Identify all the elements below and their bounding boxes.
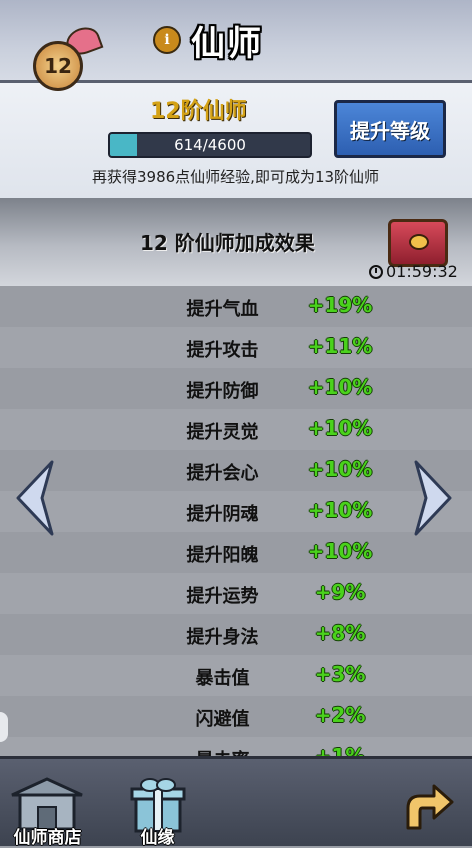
- effect-row: 提升防御 +10%: [0, 368, 472, 410]
- effect-row: 提升运势 +9%: [0, 573, 472, 615]
- exp-progress-bar: 614/4600: [108, 132, 312, 158]
- effect-row: 提升会心 +10%: [0, 450, 472, 492]
- effect-label: 提升运势: [186, 586, 259, 607]
- effect-label: 暴击值: [195, 668, 250, 689]
- effect-value: +11%: [307, 334, 373, 358]
- return-arrow-icon[interactable]: [398, 778, 456, 836]
- exp-text: 614/4600: [174, 136, 246, 154]
- exp-note: 再获得3986点仙师经验,即可成为13阶仙师: [92, 168, 380, 186]
- effect-row: 提升气血 +19%: [0, 286, 472, 328]
- effect-value: +10%: [307, 457, 373, 481]
- effect-value: +3%: [314, 662, 366, 686]
- effect-value: +10%: [307, 498, 373, 522]
- effect-value: +2%: [314, 703, 366, 727]
- rank-title: 12阶仙师: [150, 99, 247, 124]
- clock-icon: [369, 264, 383, 279]
- effect-value: +1%: [314, 744, 366, 756]
- effect-row: 提升身法 +8%: [0, 614, 472, 656]
- effect-row: 提升灵觉 +10%: [0, 409, 472, 451]
- arrow-left-icon[interactable]: [14, 460, 56, 536]
- effect-value: +19%: [307, 293, 373, 317]
- effect-label: 提升阳魄: [186, 545, 259, 566]
- effect-value: +10%: [307, 416, 373, 440]
- title-group: i 仙师: [153, 18, 263, 64]
- effect-label: 暴击率: [175, 746, 270, 756]
- shop-nav-item[interactable]: 仙师商店: [0, 759, 95, 848]
- shop-label: 仙师商店: [13, 828, 82, 848]
- rank-badge: 12: [33, 41, 83, 91]
- gift-label: 仙缘: [140, 828, 175, 848]
- effect-value: +8%: [314, 621, 366, 645]
- effect-value: +10%: [307, 539, 373, 563]
- upgrade-button[interactable]: 提升等级: [334, 100, 446, 158]
- treasure-chest-icon[interactable]: [388, 219, 448, 267]
- effect-row: 提升阴魂 +10%: [0, 491, 472, 533]
- gift-nav-item[interactable]: 仙缘: [120, 759, 195, 848]
- effect-label: 提升灵觉: [186, 422, 259, 443]
- effect-label: 提升气血: [186, 299, 259, 320]
- effect-title: 12 阶仙师加成效果: [140, 231, 315, 255]
- effect-label: 提升阴魂: [186, 504, 259, 525]
- info-icon[interactable]: i: [153, 26, 181, 54]
- timer-text: 01:59:32: [386, 262, 458, 281]
- effect-row: 提升攻击 +11%: [0, 327, 472, 369]
- effect-label: 闪避值: [195, 709, 250, 730]
- effect-row: 提升阳魄 +10%: [0, 532, 472, 574]
- effect-list[interactable]: 提升气血 +19% 提升攻击 +11% 提升防御 +10% 提升灵觉 +10% 提升会心 +10%…: [0, 286, 472, 756]
- effect-value: +9%: [314, 580, 366, 604]
- effect-row: 暴击率 +1%: [0, 737, 472, 756]
- page-title: 仙师: [191, 23, 263, 64]
- timer: 01:59:32: [369, 262, 458, 281]
- effect-label: 提升身法: [186, 627, 259, 648]
- effect-row: 暴击值 +3%: [0, 655, 472, 697]
- effect-label: 提升会心: [186, 463, 259, 484]
- effect-value: +10%: [307, 375, 373, 399]
- effect-label: 提升攻击: [186, 340, 259, 361]
- arrow-right-icon[interactable]: [412, 460, 454, 536]
- effect-row: 闪避值 +2%: [0, 696, 472, 738]
- effect-label: 提升防御: [186, 381, 259, 402]
- scroll-handle[interactable]: [0, 712, 8, 742]
